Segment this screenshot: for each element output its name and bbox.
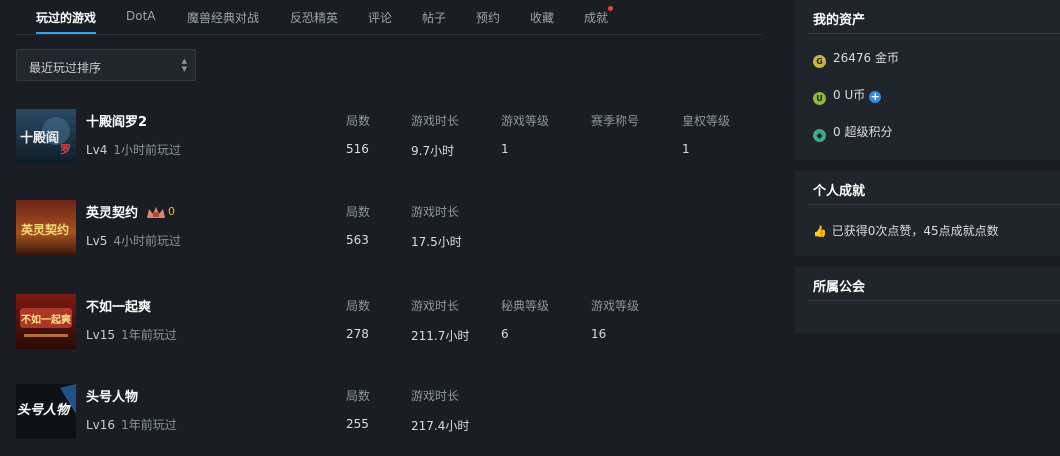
crown-icon — [147, 207, 165, 218]
points-balance-value: 0 超级积分 — [833, 125, 893, 139]
assets-title: 我的资产 — [813, 13, 866, 28]
game-row[interactable]: 十殿阎 罗 十殿阎罗2 Lv4 1小时前玩过 局数 516 游戏时长 9.7小时 … — [16, 109, 776, 181]
thumbs-up-icon: 👍 — [813, 225, 827, 238]
game-level: Lv15 1年前玩过 — [86, 326, 177, 343]
game-row[interactable]: 英灵契约 英灵契约 0 Lv5 4小时前玩过 局数 563 游戏时长 17.5小时 — [16, 200, 776, 272]
svg-text:十殿阎: 十殿阎 — [20, 130, 59, 146]
game-row[interactable]: 不如一起爽 不如一起爽 Lv15 1年前玩过 局数 278 游戏时长 211.7小… — [16, 294, 776, 366]
stat-header: 游戏等级 — [591, 299, 640, 313]
tab-comments[interactable]: 评论 — [368, 9, 392, 26]
tab-bar: 玩过的游戏 DotA 魔兽经典对战 反恐精英 评论 帖子 预约 收藏 成就 — [16, 0, 762, 35]
stat-header: 秘典等级 — [501, 299, 550, 313]
stat-value: 211.7小时 — [411, 329, 470, 343]
game-level-value: Lv15 — [86, 328, 116, 342]
stat-header: 游戏时长 — [411, 205, 460, 219]
stat-value: 17.5小时 — [411, 235, 462, 249]
divider — [809, 33, 1060, 34]
svg-text:不如一起爽: 不如一起爽 — [21, 313, 71, 326]
stat-header: 游戏等级 — [501, 114, 550, 128]
vip-badge-value: 0 — [168, 205, 175, 218]
points-icon: ◆ — [813, 129, 826, 142]
stat-value: 278 — [346, 327, 369, 341]
svg-text:罗: 罗 — [60, 143, 71, 156]
game-level-value: Lv4 — [86, 143, 108, 157]
achievement-summary: 👍 已获得0次点赞，45点成就点数 — [813, 222, 999, 239]
stat-value: 1 — [682, 142, 690, 156]
tab-counter-strike[interactable]: 反恐精英 — [290, 9, 338, 26]
vip-badge: 0 — [146, 205, 188, 219]
sort-select-value: 最近玩过排序 — [29, 61, 102, 75]
game-level: Lv5 4小时前玩过 — [86, 232, 181, 249]
stat-header: 局数 — [346, 299, 371, 313]
gold-balance-value: 26476 金币 — [833, 51, 899, 65]
stat-value: 217.4小时 — [411, 419, 470, 433]
sort-arrows-icon: ▲ ▼ — [181, 57, 187, 73]
stat-header: 游戏时长 — [411, 299, 460, 313]
game-level-value: Lv16 — [86, 418, 116, 432]
stat-value: 563 — [346, 233, 369, 247]
game-name[interactable]: 不如一起爽 — [86, 296, 151, 315]
guild-panel: 所属公会 — [795, 266, 1060, 334]
game-name[interactable]: 十殿阎罗2 — [86, 111, 147, 130]
stat-header: 赛季称号 — [591, 114, 640, 128]
tab-reservations[interactable]: 预约 — [476, 9, 500, 26]
svg-text:头号人物: 头号人物 — [17, 402, 71, 418]
game-level-value: Lv5 — [86, 234, 108, 248]
achievement-panel: 个人成就 👍 已获得0次点赞，45点成就点数 — [795, 170, 1060, 256]
ucoin-balance-value: 0 U币 — [833, 88, 866, 102]
gold-coin-icon: G — [813, 55, 826, 68]
stat-value: 6 — [501, 327, 509, 341]
game-thumbnail[interactable]: 十殿阎 罗 — [16, 109, 76, 164]
game-name[interactable]: 头号人物 — [86, 386, 138, 405]
stat-header: 游戏时长 — [411, 114, 460, 128]
tab-favorites[interactable]: 收藏 — [530, 9, 554, 26]
points-balance: ◆ 0 超级积分 — [813, 123, 892, 142]
game-name[interactable]: 英灵契约 — [86, 202, 138, 221]
game-last-played: 1年前玩过 — [121, 418, 177, 432]
tab-warcraft-classic[interactable]: 魔兽经典对战 — [187, 9, 259, 26]
stat-header: 局数 — [346, 389, 371, 403]
add-ucoin-button[interactable]: + — [869, 91, 882, 103]
stat-value: 255 — [346, 417, 369, 431]
main-content: 玩过的游戏 DotA 魔兽经典对战 反恐精英 评论 帖子 预约 收藏 成就 最近… — [0, 0, 790, 439]
tab-played-games[interactable]: 玩过的游戏 — [36, 9, 96, 26]
achievement-summary-text: 已获得0次点赞，45点成就点数 — [831, 224, 999, 238]
tab-posts[interactable]: 帖子 — [422, 9, 446, 26]
stat-header: 皇权等级 — [682, 114, 731, 128]
game-last-played: 1年前玩过 — [121, 328, 177, 342]
tab-achievements[interactable]: 成就 — [584, 9, 608, 26]
stat-header: 局数 — [346, 205, 371, 219]
divider — [809, 204, 1060, 205]
assets-panel: 我的资产 G 26476 金币 U 0 U币 + ◆ 0 超级积分 — [795, 0, 1060, 160]
stat-header: 局数 — [346, 114, 371, 128]
stat-value: 1 — [501, 142, 509, 156]
ucoin-balance: U 0 U币 + — [813, 86, 882, 105]
stat-value: 9.7小时 — [411, 144, 455, 158]
game-thumbnail[interactable]: 不如一起爽 — [16, 294, 76, 349]
game-level: Lv16 1年前玩过 — [86, 416, 177, 433]
divider — [809, 300, 1060, 301]
svg-text:英灵契约: 英灵契约 — [21, 222, 69, 237]
game-thumbnail[interactable]: 英灵契约 — [16, 200, 76, 255]
stat-value: 516 — [346, 142, 369, 156]
stat-header: 游戏时长 — [411, 389, 460, 403]
gold-balance: G 26476 金币 — [813, 49, 899, 68]
achievement-title: 个人成就 — [813, 184, 866, 199]
game-thumbnail[interactable]: 头号人物 — [16, 384, 76, 439]
game-last-played: 4小时前玩过 — [113, 234, 182, 248]
game-row[interactable]: 头号人物 头号人物 Lv16 1年前玩过 局数 255 游戏时长 217.4小时 — [16, 384, 776, 456]
stat-value: 16 — [591, 327, 607, 341]
active-tab-indicator — [36, 32, 96, 34]
game-last-played: 1小时前玩过 — [113, 143, 182, 157]
tab-dota[interactable]: DotA — [126, 9, 156, 23]
notification-dot — [608, 6, 613, 11]
guild-title: 所属公会 — [813, 280, 866, 295]
sort-select[interactable]: 最近玩过排序 ▲ ▼ — [16, 49, 196, 81]
game-level: Lv4 1小时前玩过 — [86, 141, 181, 158]
ucoin-icon: U — [813, 92, 826, 105]
